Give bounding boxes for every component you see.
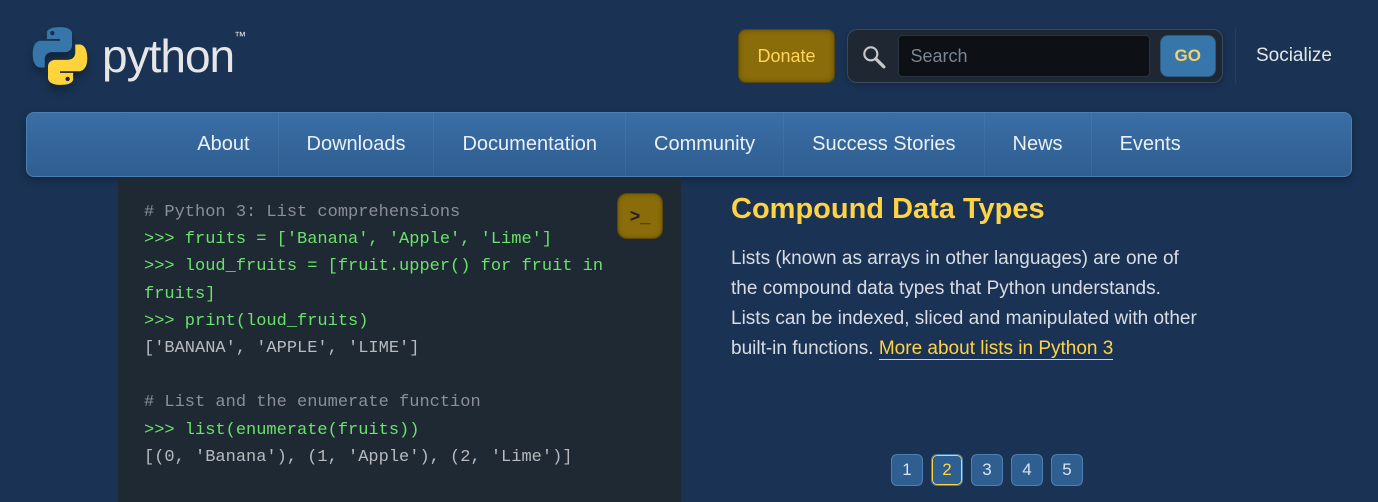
nav-news[interactable]: News [984,113,1091,176]
pager-3[interactable]: 3 [971,454,1003,486]
pager: 1 2 3 4 5 [891,454,1083,486]
nav-success-stories[interactable]: Success Stories [783,113,983,176]
nav-about[interactable]: About [169,113,277,176]
nav-documentation[interactable]: Documentation [433,113,625,176]
code-sample: # Python 3: List comprehensions >>> frui… [144,199,655,471]
info-link[interactable]: More about lists in Python 3 [879,338,1113,360]
code-line: >>> loud_fruits = [fruit.upper() for fru… [144,257,613,303]
info-body: Lists (known as arrays in other language… [731,244,1201,364]
nav-downloads[interactable]: Downloads [278,113,434,176]
code-line: >>> print(loud_fruits) [144,312,368,331]
hero-row: >_ # Python 3: List comprehensions >>> f… [0,177,1378,502]
pager-1[interactable]: 1 [891,454,923,486]
launch-shell-button[interactable]: >_ [617,193,663,239]
search-form: GO [847,29,1223,83]
code-output: ['BANANA', 'APPLE', 'LIME'] [144,339,419,358]
python-logo-icon [30,26,90,86]
search-input[interactable] [898,35,1150,77]
top-bar: python™ Donate GO Socialize [0,0,1378,112]
code-line: >>> list(enumerate(fruits)) [144,421,419,440]
code-comment: # Python 3: List comprehensions [144,203,460,222]
pager-4[interactable]: 4 [1011,454,1043,486]
top-actions: Donate GO Socialize [738,29,1352,83]
pager-2[interactable]: 2 [931,454,963,486]
nav-community[interactable]: Community [625,113,783,176]
info-title: Compound Data Types [731,193,1352,226]
code-line: >>> fruits = ['Banana', 'Apple', 'Lime'] [144,230,552,249]
socialize-label: Socialize [1256,45,1332,67]
prompt-icon: >_ [630,206,651,227]
main-nav: About Downloads Documentation Community … [26,112,1352,177]
logo-text: python™ [102,29,245,83]
code-panel: >_ # Python 3: List comprehensions >>> f… [118,177,681,502]
donate-button[interactable]: Donate [738,29,834,83]
code-comment: # List and the enumerate function [144,393,481,412]
socialize-menu[interactable]: Socialize [1235,29,1352,83]
logo[interactable]: python™ [30,26,245,86]
pager-5[interactable]: 5 [1051,454,1083,486]
search-icon [858,43,888,69]
code-output: [(0, 'Banana'), (1, 'Apple'), (2, 'Lime'… [144,448,572,467]
nav-events[interactable]: Events [1091,113,1209,176]
search-go-button[interactable]: GO [1160,35,1216,77]
